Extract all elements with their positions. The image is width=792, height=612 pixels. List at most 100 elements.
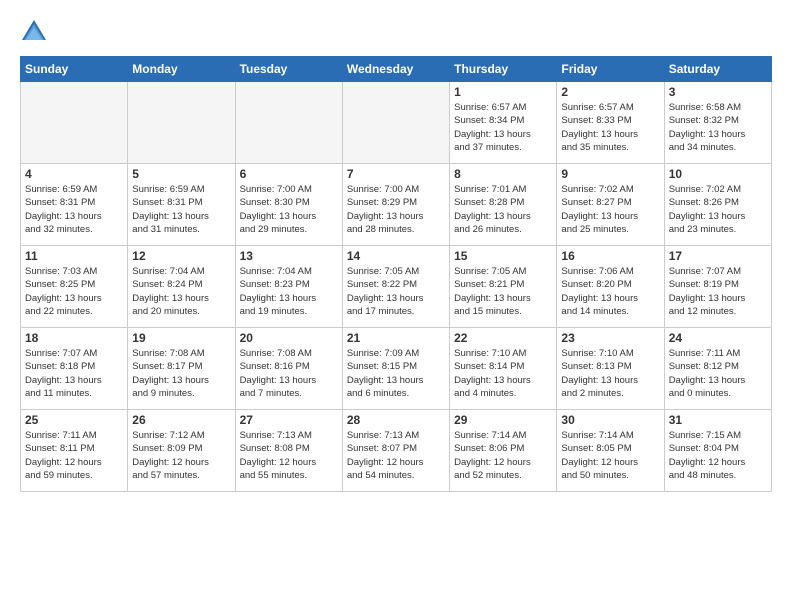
weekday-header-thursday: Thursday bbox=[450, 57, 557, 82]
calendar-day-cell: 25 Sunrise: 7:11 AM Sunset: 8:11 PM Dayli… bbox=[21, 410, 128, 492]
day-number: 20 bbox=[240, 331, 338, 345]
calendar-day-cell: 14Sunrise: 7:05 AM Sunset: 8:22 PM Dayli… bbox=[342, 246, 449, 328]
day-info: Sunrise: 6:59 AM Sunset: 8:31 PM Dayligh… bbox=[132, 183, 230, 236]
day-info: Sunrise: 7:11 AM Sunset: 8:11 PM Dayligh… bbox=[25, 429, 123, 482]
weekday-header-saturday: Saturday bbox=[664, 57, 771, 82]
calendar-week-row: 25 Sunrise: 7:11 AM Sunset: 8:11 PM Dayli… bbox=[21, 410, 772, 492]
logo-icon bbox=[20, 18, 48, 46]
day-info: Sunrise: 6:58 AM Sunset: 8:32 PM Dayligh… bbox=[669, 101, 767, 154]
calendar-day-cell: 5 Sunrise: 6:59 AM Sunset: 8:31 PM Daylig… bbox=[128, 164, 235, 246]
calendar-day-cell: 12 Sunrise: 7:04 AM Sunset: 8:24 PM Dayli… bbox=[128, 246, 235, 328]
day-info: Sunrise: 6:57 AM Sunset: 8:33 PM Dayligh… bbox=[561, 101, 659, 154]
day-info: Sunrise: 7:14 AM Sunset: 8:05 PM Dayligh… bbox=[561, 429, 659, 482]
day-info: Sunrise: 7:04 AM Sunset: 8:23 PM Dayligh… bbox=[240, 265, 338, 318]
day-number: 13 bbox=[240, 249, 338, 263]
calendar-day-cell: 15Sunrise: 7:05 AM Sunset: 8:21 PM Dayli… bbox=[450, 246, 557, 328]
day-number: 4 bbox=[25, 167, 123, 181]
calendar-week-row: 1 Sunrise: 6:57 AM Sunset: 8:34 PM Daylig… bbox=[21, 82, 772, 164]
calendar: SundayMondayTuesdayWednesdayThursdayFrid… bbox=[20, 56, 772, 492]
day-number: 7 bbox=[347, 167, 445, 181]
calendar-day-cell: 11Sunrise: 7:03 AM Sunset: 8:25 PM Dayli… bbox=[21, 246, 128, 328]
day-info: Sunrise: 7:08 AM Sunset: 8:17 PM Dayligh… bbox=[132, 347, 230, 400]
calendar-day-cell: 27Sunrise: 7:13 AM Sunset: 8:08 PM Dayli… bbox=[235, 410, 342, 492]
day-number: 25 bbox=[25, 413, 123, 427]
calendar-day-cell: 28 Sunrise: 7:13 AM Sunset: 8:07 PM Dayli… bbox=[342, 410, 449, 492]
day-info: Sunrise: 7:15 AM Sunset: 8:04 PM Dayligh… bbox=[669, 429, 767, 482]
weekday-header-tuesday: Tuesday bbox=[235, 57, 342, 82]
day-info: Sunrise: 7:07 AM Sunset: 8:18 PM Dayligh… bbox=[25, 347, 123, 400]
day-info: Sunrise: 7:13 AM Sunset: 8:07 PM Dayligh… bbox=[347, 429, 445, 482]
day-info: Sunrise: 7:02 AM Sunset: 8:26 PM Dayligh… bbox=[669, 183, 767, 236]
day-info: Sunrise: 7:10 AM Sunset: 8:14 PM Dayligh… bbox=[454, 347, 552, 400]
day-info: Sunrise: 7:05 AM Sunset: 8:21 PM Dayligh… bbox=[454, 265, 552, 318]
calendar-day-cell: 31 Sunrise: 7:15 AM Sunset: 8:04 PM Dayli… bbox=[664, 410, 771, 492]
calendar-day-cell: 23 Sunrise: 7:10 AM Sunset: 8:13 PM Dayli… bbox=[557, 328, 664, 410]
calendar-week-row: 18 Sunrise: 7:07 AM Sunset: 8:18 PM Dayli… bbox=[21, 328, 772, 410]
day-number: 5 bbox=[132, 167, 230, 181]
day-info: Sunrise: 7:00 AM Sunset: 8:29 PM Dayligh… bbox=[347, 183, 445, 236]
day-number: 23 bbox=[561, 331, 659, 345]
day-number: 6 bbox=[240, 167, 338, 181]
day-info: Sunrise: 7:07 AM Sunset: 8:19 PM Dayligh… bbox=[669, 265, 767, 318]
calendar-week-row: 4 Sunrise: 6:59 AM Sunset: 8:31 PM Daylig… bbox=[21, 164, 772, 246]
weekday-header-sunday: Sunday bbox=[21, 57, 128, 82]
day-number: 21 bbox=[347, 331, 445, 345]
day-info: Sunrise: 7:12 AM Sunset: 8:09 PM Dayligh… bbox=[132, 429, 230, 482]
calendar-day-cell: 24 Sunrise: 7:11 AM Sunset: 8:12 PM Dayli… bbox=[664, 328, 771, 410]
calendar-day-cell: 26 Sunrise: 7:12 AM Sunset: 8:09 PM Dayli… bbox=[128, 410, 235, 492]
day-number: 19 bbox=[132, 331, 230, 345]
day-info: Sunrise: 7:09 AM Sunset: 8:15 PM Dayligh… bbox=[347, 347, 445, 400]
calendar-day-cell bbox=[21, 82, 128, 164]
calendar-day-cell: 8 Sunrise: 7:01 AM Sunset: 8:28 PM Daylig… bbox=[450, 164, 557, 246]
day-info: Sunrise: 7:14 AM Sunset: 8:06 PM Dayligh… bbox=[454, 429, 552, 482]
day-info: Sunrise: 7:10 AM Sunset: 8:13 PM Dayligh… bbox=[561, 347, 659, 400]
calendar-day-cell: 7 Sunrise: 7:00 AM Sunset: 8:29 PM Daylig… bbox=[342, 164, 449, 246]
day-info: Sunrise: 7:11 AM Sunset: 8:12 PM Dayligh… bbox=[669, 347, 767, 400]
weekday-header-friday: Friday bbox=[557, 57, 664, 82]
weekday-header-wednesday: Wednesday bbox=[342, 57, 449, 82]
calendar-day-cell bbox=[128, 82, 235, 164]
day-number: 24 bbox=[669, 331, 767, 345]
calendar-day-cell: 18 Sunrise: 7:07 AM Sunset: 8:18 PM Dayli… bbox=[21, 328, 128, 410]
calendar-day-cell: 16Sunrise: 7:06 AM Sunset: 8:20 PM Dayli… bbox=[557, 246, 664, 328]
calendar-day-cell: 17 Sunrise: 7:07 AM Sunset: 8:19 PM Dayli… bbox=[664, 246, 771, 328]
day-number: 26 bbox=[132, 413, 230, 427]
logo bbox=[20, 18, 52, 46]
calendar-day-cell: 6Sunrise: 7:00 AM Sunset: 8:30 PM Daylig… bbox=[235, 164, 342, 246]
day-info: Sunrise: 7:04 AM Sunset: 8:24 PM Dayligh… bbox=[132, 265, 230, 318]
day-number: 11 bbox=[25, 249, 123, 263]
weekday-header-row: SundayMondayTuesdayWednesdayThursdayFrid… bbox=[21, 57, 772, 82]
day-number: 3 bbox=[669, 85, 767, 99]
day-number: 2 bbox=[561, 85, 659, 99]
day-info: Sunrise: 6:57 AM Sunset: 8:34 PM Dayligh… bbox=[454, 101, 552, 154]
day-number: 28 bbox=[347, 413, 445, 427]
weekday-header-monday: Monday bbox=[128, 57, 235, 82]
day-info: Sunrise: 7:01 AM Sunset: 8:28 PM Dayligh… bbox=[454, 183, 552, 236]
calendar-day-cell: 22Sunrise: 7:10 AM Sunset: 8:14 PM Dayli… bbox=[450, 328, 557, 410]
day-number: 30 bbox=[561, 413, 659, 427]
calendar-day-cell: 19 Sunrise: 7:08 AM Sunset: 8:17 PM Dayli… bbox=[128, 328, 235, 410]
day-number: 8 bbox=[454, 167, 552, 181]
day-number: 12 bbox=[132, 249, 230, 263]
day-number: 1 bbox=[454, 85, 552, 99]
day-info: Sunrise: 7:13 AM Sunset: 8:08 PM Dayligh… bbox=[240, 429, 338, 482]
day-number: 18 bbox=[25, 331, 123, 345]
day-info: Sunrise: 7:05 AM Sunset: 8:22 PM Dayligh… bbox=[347, 265, 445, 318]
day-number: 16 bbox=[561, 249, 659, 263]
day-number: 31 bbox=[669, 413, 767, 427]
calendar-day-cell: 20 Sunrise: 7:08 AM Sunset: 8:16 PM Dayli… bbox=[235, 328, 342, 410]
calendar-day-cell: 4 Sunrise: 6:59 AM Sunset: 8:31 PM Daylig… bbox=[21, 164, 128, 246]
page: SundayMondayTuesdayWednesdayThursdayFrid… bbox=[0, 0, 792, 612]
day-info: Sunrise: 7:02 AM Sunset: 8:27 PM Dayligh… bbox=[561, 183, 659, 236]
calendar-day-cell: 1 Sunrise: 6:57 AM Sunset: 8:34 PM Daylig… bbox=[450, 82, 557, 164]
day-info: Sunrise: 6:59 AM Sunset: 8:31 PM Dayligh… bbox=[25, 183, 123, 236]
calendar-day-cell: 9Sunrise: 7:02 AM Sunset: 8:27 PM Daylig… bbox=[557, 164, 664, 246]
calendar-day-cell: 2 Sunrise: 6:57 AM Sunset: 8:33 PM Daylig… bbox=[557, 82, 664, 164]
calendar-day-cell: 21 Sunrise: 7:09 AM Sunset: 8:15 PM Dayli… bbox=[342, 328, 449, 410]
day-number: 10 bbox=[669, 167, 767, 181]
calendar-day-cell: 13 Sunrise: 7:04 AM Sunset: 8:23 PM Dayli… bbox=[235, 246, 342, 328]
header bbox=[20, 18, 772, 46]
day-info: Sunrise: 7:08 AM Sunset: 8:16 PM Dayligh… bbox=[240, 347, 338, 400]
day-number: 17 bbox=[669, 249, 767, 263]
calendar-day-cell: 30 Sunrise: 7:14 AM Sunset: 8:05 PM Dayli… bbox=[557, 410, 664, 492]
